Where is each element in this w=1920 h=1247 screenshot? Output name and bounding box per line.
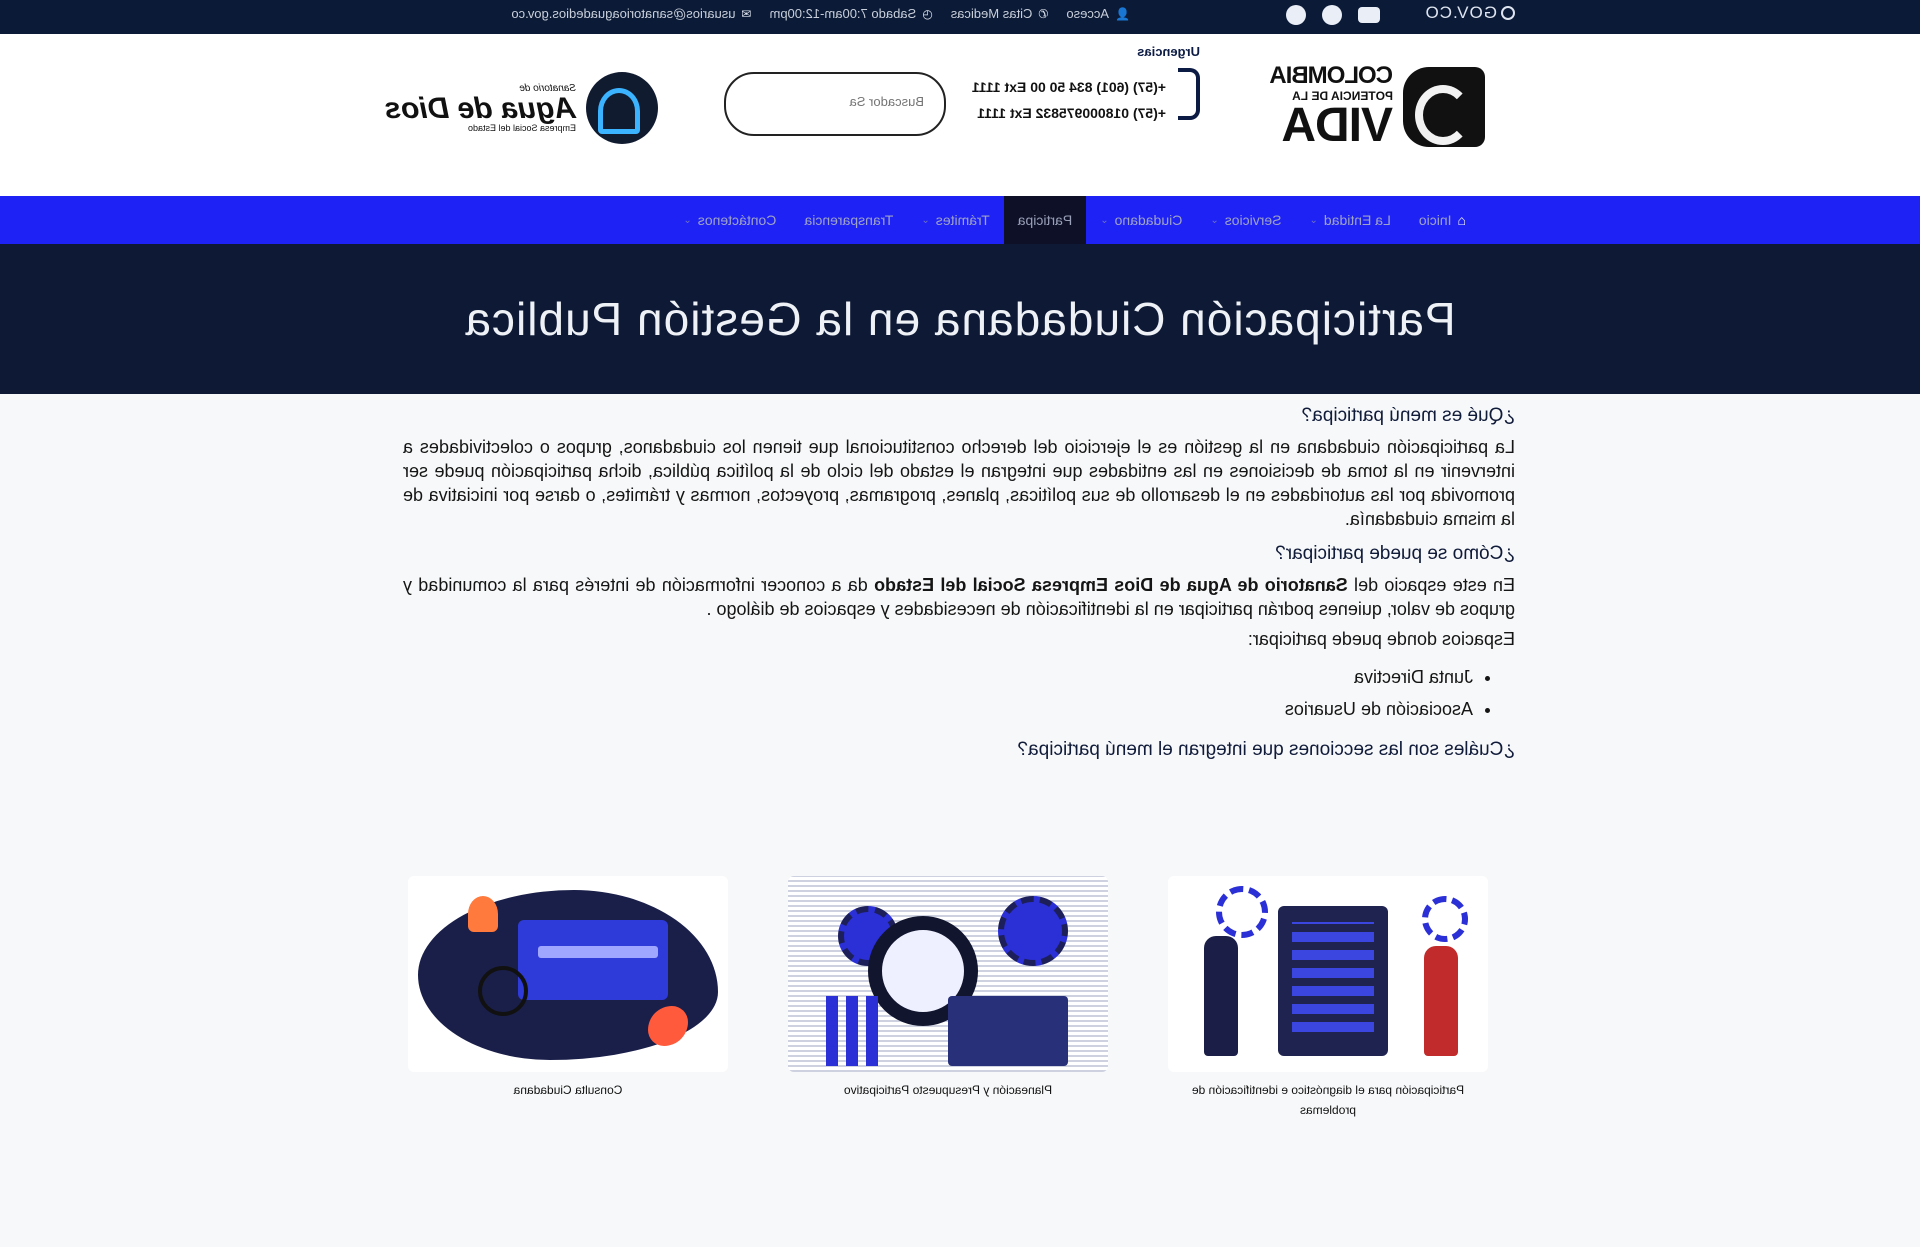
spaces-list: Junta Directiva Asociación de Usuarios	[403, 661, 1515, 725]
paragraph-como-a: En este espacio del	[1347, 575, 1515, 595]
top-utility-bar: GOV.CO 👤 Acceso ✆ Citas Medicas ◷ Sabado…	[0, 0, 1920, 34]
nav-item-label: Trámites	[935, 212, 990, 228]
nav-item-servicios[interactable]: Servicios ⌄	[1196, 196, 1295, 244]
email-link[interactable]: ✉ usuarios@sanatorioaguadedios.gov.co	[511, 6, 751, 21]
gov-co-label: GOV.CO	[1424, 3, 1497, 22]
sanatorio-sub: Empresa Social del Estado	[467, 122, 576, 133]
clock-icon: ◷	[922, 6, 933, 21]
twitter-icon[interactable]	[1322, 5, 1342, 25]
social-links	[1286, 5, 1380, 25]
youtube-icon[interactable]	[1358, 7, 1380, 23]
gear-icon	[1216, 886, 1268, 938]
top-links: 👤 Acceso ✆ Citas Medicas ◷ Sabado 7:00am…	[511, 6, 1130, 21]
access-label: Acceso	[1066, 6, 1110, 21]
nav-item-la-entidad[interactable]: La Entidad ⌄	[1296, 196, 1405, 244]
hero-banner: Participación Ciudadana en la Gestión Pu…	[0, 244, 1920, 394]
urgencias-title: Urgencias	[1137, 44, 1200, 59]
nav-item-label: Contáctenos	[697, 212, 777, 228]
bar-chart-icon	[808, 996, 878, 1066]
card-caption[interactable]: Participación para el diagnóstico e iden…	[1183, 1080, 1473, 1120]
site-header: COLOMBIA POTENCIA DE LA VIDA Urgencias +…	[0, 34, 1920, 196]
mail-icon: ✉	[741, 6, 752, 21]
page-title: Participación Ciudadana en la Gestión Pu…	[464, 293, 1456, 345]
cabinet-illustration	[1278, 906, 1388, 1056]
nav-item-label: Transparencia	[804, 212, 894, 228]
home-icon: ⌂	[1457, 212, 1466, 228]
section-cards: Participación para el diagnóstico e iden…	[408, 876, 1488, 1120]
spaces-label: Espacios donde puede participar:	[1247, 629, 1515, 649]
user-icon: 👤	[1115, 6, 1130, 21]
nav-item-label: Ciudadano	[1114, 212, 1183, 228]
nav-item-label: La Entidad	[1323, 212, 1391, 228]
facebook-icon[interactable]	[1286, 5, 1306, 25]
nav-item-transparencia[interactable]: Transparencia	[790, 196, 907, 244]
chevron-down-icon: ⌄	[1309, 214, 1318, 226]
search-input[interactable]	[744, 94, 924, 109]
appointments-link[interactable]: ✆ Citas Medicas	[951, 6, 1049, 21]
chevron-down-icon: ⌄	[683, 214, 692, 226]
main-content: ¿Qué es menú participa? La participación…	[403, 405, 1515, 761]
calendar-illustration	[948, 996, 1068, 1066]
gear-icon	[998, 896, 1068, 966]
sanatorio-emblem-icon	[586, 72, 658, 144]
schedule-label: Sabado 7:00am-12:00pm	[769, 6, 917, 21]
colombia-potencia-vida-logo[interactable]: COLOMBIA POTENCIA DE LA VIDA	[1270, 62, 1485, 152]
card-planeacion-illustration[interactable]	[788, 876, 1108, 1072]
card-diagnostico[interactable]: Participación para el diagnóstico e iden…	[1168, 876, 1488, 1120]
person-illustration	[1424, 946, 1458, 1056]
nav-item-inicio[interactable]: ⌂ Inicio	[1405, 196, 1480, 244]
section-heading-secciones: ¿Cuáles son las secciones que integran e…	[1017, 739, 1515, 760]
phone-icon	[1178, 68, 1200, 120]
main-nav: ⌂ Inicio La Entidad ⌄ Servicios ⌄ Ciudad…	[0, 196, 1920, 244]
vida-mark-icon	[1403, 67, 1485, 147]
vida-line3: VIDA	[1282, 99, 1393, 152]
sanatorio-logo[interactable]: Sanatorio de Agua de Dios Empresa Social…	[384, 72, 658, 144]
search-bar-illustration	[538, 946, 658, 958]
phone-icon: ✆	[1038, 6, 1049, 21]
gov-co-icon	[1501, 6, 1515, 20]
schedule-info: ◷ Sabado 7:00am-12:00pm	[770, 6, 933, 21]
paragraph-como: En este espacio del Sanatorio de Agua de…	[403, 573, 1515, 621]
nav-item-ciudadano[interactable]: Ciudadano ⌄	[1086, 196, 1196, 244]
search-box	[724, 72, 946, 136]
chevron-down-icon: ⌄	[1100, 214, 1109, 226]
card-caption[interactable]: Planeación y Presupuesto Participativo	[803, 1080, 1093, 1100]
access-link[interactable]: 👤 Acceso	[1066, 6, 1130, 21]
nav-item-label: Servicios	[1224, 212, 1282, 228]
sanatorio-name: Agua de Dios	[384, 91, 576, 125]
card-consulta[interactable]: Consulta Ciudadana	[408, 876, 728, 1120]
list-item: Junta Directiva	[403, 661, 1473, 693]
nav-item-tramites[interactable]: Trámites ⌄	[907, 196, 1003, 244]
page: GOV.CO 👤 Acceso ✆ Citas Medicas ◷ Sabado…	[0, 0, 1920, 1247]
paragraph-como-entity: Sanatorio de Agua de Dios Empresa Social…	[874, 575, 1348, 595]
card-consulta-illustration[interactable]	[408, 876, 728, 1072]
card-diagnostico-illustration[interactable]	[1168, 876, 1488, 1072]
person-illustration	[468, 896, 498, 932]
card-planeacion[interactable]: Planeación y Presupuesto Participativo	[788, 876, 1108, 1120]
urgencias-phone-1[interactable]: +(57) (601) 834 50 00 Ext 1111	[972, 74, 1166, 100]
nav-item-label: Inicio	[1418, 212, 1452, 228]
section-heading-como: ¿Cómo se puede participar?	[1275, 543, 1515, 564]
nav-item-contactenos[interactable]: Contáctenos ⌄	[669, 196, 790, 244]
appointments-label: Citas Medicas	[950, 6, 1033, 21]
magnifier-icon	[478, 966, 528, 1016]
list-item: Asociación de Usuarios	[403, 693, 1473, 725]
vida-line1: COLOMBIA	[1270, 62, 1393, 89]
screen-illustration	[518, 920, 668, 1000]
section-heading-que-es: ¿Qué es menú participa?	[1301, 405, 1515, 426]
person-illustration	[1204, 936, 1238, 1056]
chevron-down-icon: ⌄	[1210, 214, 1219, 226]
urgencias-phone-2[interactable]: +(57) 018000975832 Ext 1111	[972, 100, 1166, 126]
gov-co-logo[interactable]: GOV.CO	[1425, 0, 1515, 26]
email-label: usuarios@sanatorioaguadedios.gov.co	[511, 6, 736, 21]
nav-item-participa[interactable]: Participa	[1003, 196, 1087, 244]
paragraph-que-es: La participación ciudadana en la gestión…	[403, 437, 1515, 529]
chevron-down-icon: ⌄	[921, 214, 930, 226]
nav-item-label: Participa	[1017, 212, 1073, 228]
gear-icon	[1422, 896, 1468, 942]
card-caption[interactable]: Consulta Ciudadana	[423, 1080, 713, 1100]
